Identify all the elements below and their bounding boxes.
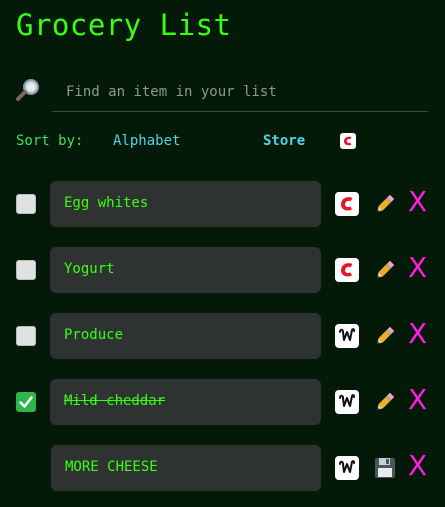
item-name: Yogurt <box>64 261 115 277</box>
list-item: Mild cheddar X <box>0 379 445 425</box>
store-w-logo-icon <box>335 390 359 414</box>
delete-button[interactable]: X <box>408 250 427 286</box>
item-name-box[interactable]: Yogurt <box>50 247 321 293</box>
store-c-logo-icon <box>335 192 359 216</box>
item-name: Produce <box>64 327 124 343</box>
delete-button[interactable]: X <box>408 184 427 220</box>
pencil-icon[interactable] <box>374 325 396 347</box>
list-item: Produce X <box>0 313 445 359</box>
pencil-icon[interactable] <box>374 391 396 413</box>
delete-button[interactable]: X <box>408 382 427 418</box>
list-item: Yogurt X <box>0 247 445 293</box>
delete-button[interactable]: X <box>408 448 427 484</box>
item-name-edit-field[interactable]: MORE CHEESE <box>51 445 321 491</box>
item-name: MORE CHEESE <box>65 459 158 475</box>
item-name-box[interactable]: Egg whites <box>50 181 321 227</box>
store-w-logo-icon <box>335 324 359 348</box>
list-item: Egg whites X <box>0 181 445 227</box>
item-checkbox[interactable] <box>16 194 36 214</box>
search-icon <box>16 79 39 101</box>
sort-option-alphabet[interactable]: Alphabet <box>113 133 180 149</box>
pencil-icon[interactable] <box>374 193 396 215</box>
item-name-box[interactable]: Mild cheddar <box>50 379 321 425</box>
pencil-icon[interactable] <box>374 259 396 281</box>
sort-option-store[interactable]: Store <box>263 133 305 149</box>
item-name-box[interactable]: Produce <box>50 313 321 359</box>
item-checkbox[interactable] <box>16 260 36 280</box>
sort-label: Sort by: <box>16 133 84 149</box>
store-c-logo-icon <box>340 133 356 149</box>
store-w-logo-icon <box>335 456 359 480</box>
item-checkbox[interactable] <box>16 326 36 346</box>
item-name: Egg whites <box>64 195 149 211</box>
list-item: MORE CHEESE X <box>0 445 445 491</box>
delete-button[interactable]: X <box>408 316 427 352</box>
search-input[interactable] <box>52 72 428 112</box>
item-name: Mild cheddar <box>64 393 166 409</box>
floppy-disk-icon[interactable] <box>374 457 396 479</box>
checked-checkbox-icon[interactable] <box>16 392 36 412</box>
page-title: Grocery List <box>16 8 232 42</box>
store-c-logo-icon <box>335 258 359 282</box>
